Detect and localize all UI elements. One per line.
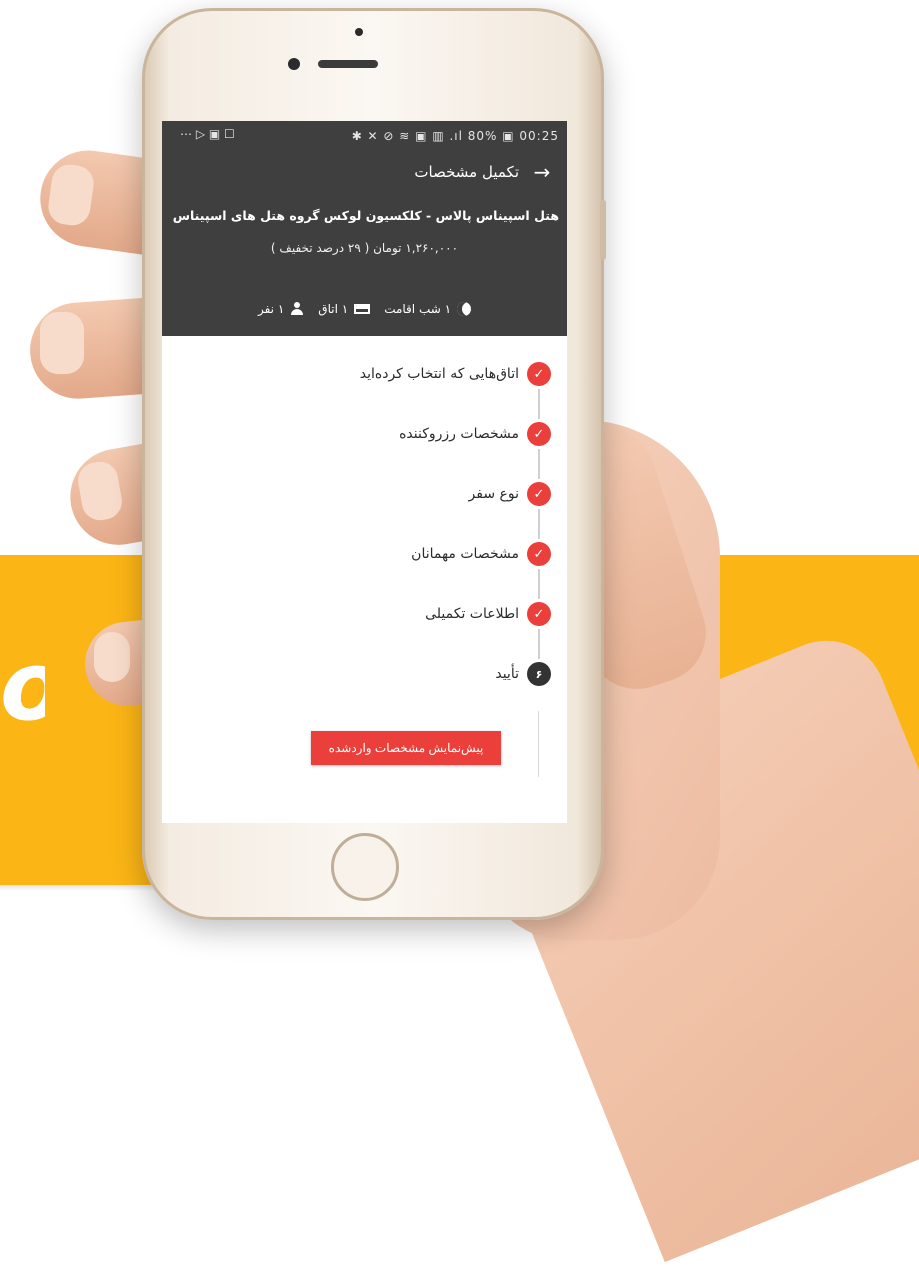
- nights-item: ۱ شب اقامت: [384, 302, 472, 316]
- check-icon: ✓: [527, 362, 551, 386]
- people-item: ۱ نفر: [258, 302, 304, 316]
- people-label: ۱ نفر: [257, 302, 285, 316]
- nights-label: ۱ شب اقامت: [384, 302, 452, 316]
- step-connector: [538, 389, 540, 419]
- arrow-right-icon[interactable]: →: [531, 161, 553, 183]
- banner-text: o!: [0, 640, 45, 735]
- step-label: تأیید: [495, 666, 519, 682]
- earpiece-speaker: [318, 60, 378, 68]
- status-bar: ⋯ ▷ ▣ ☐ ✱ ✕ ⊘ ≋ ▣ ▥ .ıl 80% ▣ 00:25: [162, 121, 567, 151]
- rooms-item: ۱ اتاق: [318, 302, 371, 316]
- header: → تکمیل مشخصات هتل اسپیناس پالاس - کلکسی…: [162, 151, 567, 336]
- step-booker[interactable]: ✓ مشخصات رزروکننده: [399, 421, 551, 447]
- page-title: تکمیل مشخصات: [414, 163, 519, 181]
- hotel-name: هتل اسپیناس پالاس - کلکسیون لوکس گروه هت…: [172, 208, 559, 223]
- step-guests[interactable]: ✓ مشخصات مهمانان: [411, 541, 551, 567]
- phone-screen: ⋯ ▷ ▣ ☐ ✱ ✕ ⊘ ≋ ▣ ▥ .ıl 80% ▣ 00:25 → تک…: [162, 121, 567, 823]
- step-connector: [538, 449, 540, 479]
- step-label: اطلاعات تکمیلی: [425, 606, 519, 622]
- status-notification-icons: ⋯ ▷ ▣ ☐: [180, 127, 235, 141]
- step-label: نوع سفر: [468, 486, 519, 502]
- check-icon: ✓: [527, 602, 551, 626]
- step-divider: [538, 711, 539, 777]
- status-system-info: ✱ ✕ ⊘ ≋ ▣ ▥ .ıl 80% ▣ 00:25: [351, 129, 559, 143]
- proximity-sensor: [355, 28, 363, 36]
- home-button[interactable]: [331, 833, 399, 901]
- nail-middle: [40, 312, 84, 374]
- step-label: مشخصات رزروکننده: [399, 426, 519, 442]
- step-confirm[interactable]: ۶ تأیید: [495, 661, 551, 687]
- step-connector: [538, 629, 540, 659]
- check-icon: ✓: [527, 422, 551, 446]
- step-label: اتاق‌هایی که انتخاب کرده‌اید: [359, 366, 519, 382]
- step-label: مشخصات مهمانان: [411, 546, 519, 562]
- step-trip-type[interactable]: ✓ نوع سفر: [469, 481, 551, 507]
- person-icon: [290, 302, 304, 316]
- rooms-label: ۱ اتاق: [318, 302, 349, 316]
- moon-icon: [457, 302, 472, 316]
- step-extra-info[interactable]: ✓ اطلاعات تکمیلی: [425, 601, 551, 627]
- check-icon: ✓: [527, 482, 551, 506]
- bed-icon: [354, 304, 371, 314]
- step-connector: [538, 569, 540, 599]
- front-camera: [288, 58, 300, 70]
- booking-summary: ۱ شب اقامت ۱ اتاق ۱ نفر: [162, 297, 567, 321]
- step-number-badge: ۶: [527, 662, 551, 686]
- check-icon: ✓: [527, 542, 551, 566]
- step-rooms[interactable]: ✓ اتاق‌هایی که انتخاب کرده‌اید: [360, 361, 551, 387]
- step-connector: [538, 509, 540, 539]
- price-line: ۱,۲۶۰,۰۰۰ تومان ( ۲۹ درصد تخفیف ): [270, 241, 459, 255]
- nail-pinky: [94, 632, 130, 682]
- phone-side-button: [600, 200, 606, 260]
- preview-button[interactable]: پیش‌نمایش مشخصات واردشده: [311, 731, 501, 765]
